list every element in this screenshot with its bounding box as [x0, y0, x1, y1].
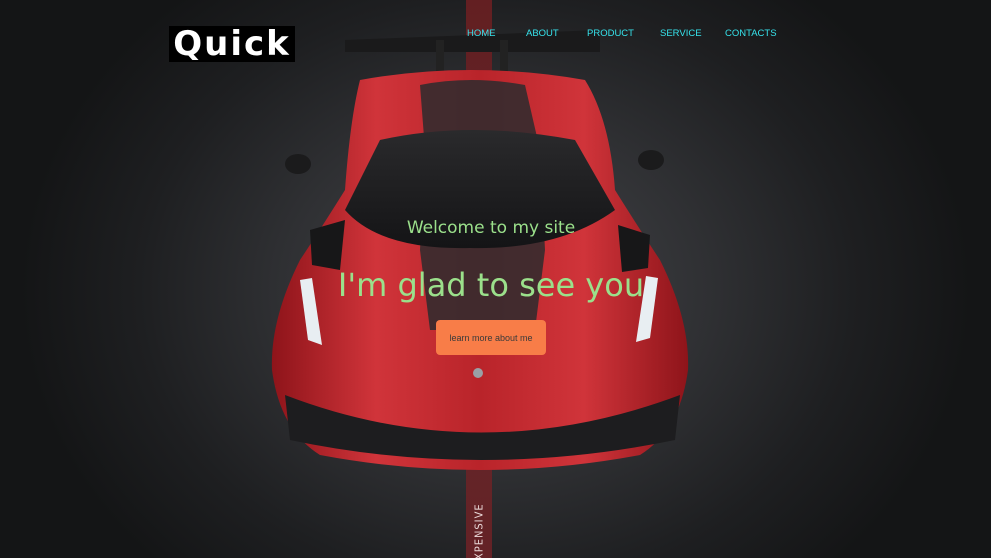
hero-headline: I'm glad to see you: [337, 266, 645, 304]
nav-item-home[interactable]: HOME: [467, 28, 496, 39]
car-badge: [473, 368, 483, 378]
right-mirror: [638, 150, 664, 170]
nav-item-about[interactable]: ABOUT: [526, 28, 559, 39]
hero-subtitle: Welcome to my site: [406, 218, 576, 238]
nav-item-service[interactable]: SERVICE: [660, 28, 702, 39]
learn-more-button[interactable]: learn more about me: [436, 320, 546, 355]
hero-section: XPENSIVE Quick HOME ABOUT PRODUCT SERVIC…: [0, 0, 991, 558]
nav-item-product[interactable]: PRODUCT: [587, 28, 634, 39]
nav-item-contacts[interactable]: CONTACTS: [725, 28, 777, 39]
site-logo[interactable]: Quick: [169, 26, 295, 62]
left-mirror: [285, 154, 311, 174]
logo-text: Quick: [173, 24, 291, 64]
